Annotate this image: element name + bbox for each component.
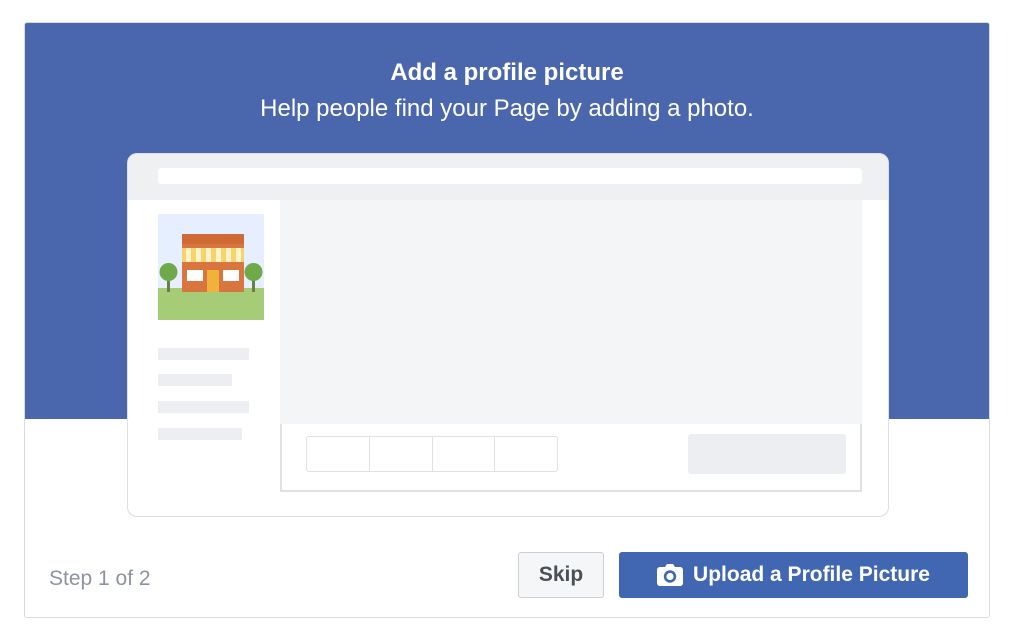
preview-tab	[433, 437, 496, 471]
cover-photo-placeholder	[280, 200, 862, 424]
profile-picture-dialog: Add a profile picture Help people find y…	[24, 22, 990, 618]
preview-action-button	[688, 434, 846, 474]
storefront-icon	[158, 214, 264, 320]
placeholder-line-4	[158, 428, 242, 440]
preview-topbar	[128, 154, 888, 200]
preview-tab	[307, 437, 370, 471]
placeholder-line-2	[158, 374, 232, 386]
dialog-title: Add a profile picture	[390, 59, 624, 86]
page-preview-illustration	[127, 153, 889, 517]
upload-profile-picture-button[interactable]: Upload a Profile Picture	[619, 552, 968, 598]
preview-tab-row	[306, 436, 558, 472]
preview-address-bar	[158, 168, 862, 184]
skip-button[interactable]: Skip	[518, 552, 604, 598]
preview-tab	[495, 437, 557, 471]
skip-button-label: Skip	[538, 563, 584, 586]
dialog-subtitle: Help people find your Page by adding a p…	[260, 95, 754, 122]
step-indicator: Step 1 of 2	[49, 567, 151, 590]
preview-tab	[370, 437, 433, 471]
camera-icon	[657, 564, 684, 586]
upload-button-label: Upload a Profile Picture	[693, 563, 930, 586]
storefront-illustration	[158, 214, 264, 320]
placeholder-line-3	[158, 401, 249, 413]
placeholder-line-1	[158, 348, 249, 360]
